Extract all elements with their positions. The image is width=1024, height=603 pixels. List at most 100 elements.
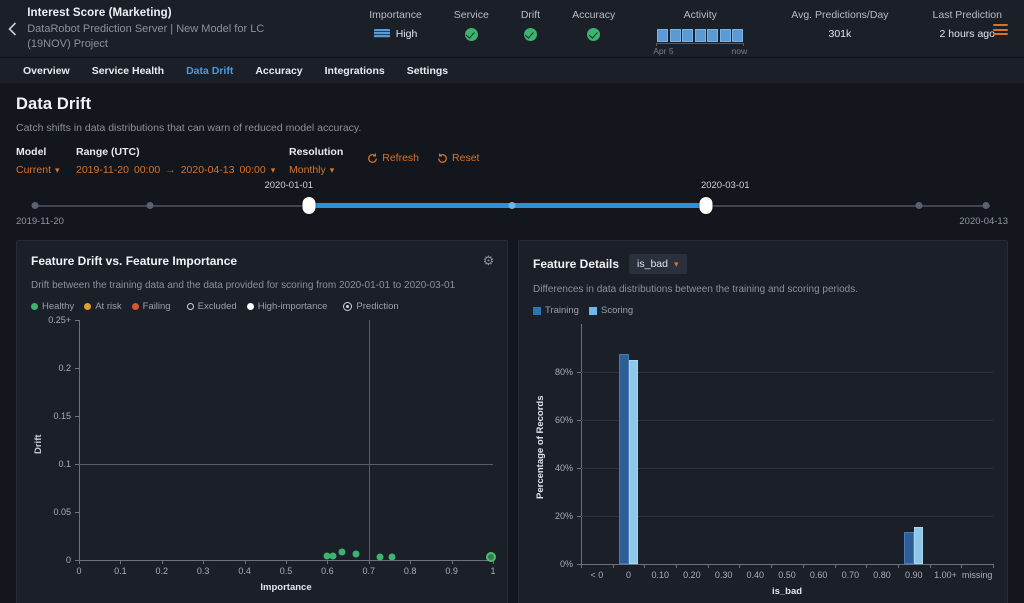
- bar-y-tick: 20%: [554, 511, 573, 521]
- scatter-point[interactable]: [352, 550, 360, 558]
- refresh-button[interactable]: Refresh: [367, 152, 419, 164]
- scatter-x-tick: 0: [76, 566, 82, 576]
- slider-tick-1: [146, 202, 154, 209]
- bar-x-tick: 1.00+: [934, 570, 957, 580]
- last-prediction-value: 2 hours ago: [939, 27, 995, 40]
- chevron-down-icon: ▾: [674, 258, 679, 269]
- metric-service-label: Service: [453, 8, 489, 21]
- scatter-y-tickmark: [75, 512, 79, 513]
- scatter-y-tick: 0: [65, 555, 71, 565]
- metric-accuracy[interactable]: Accuracy: [556, 9, 631, 41]
- tab-accuracy[interactable]: Accuracy: [244, 58, 313, 83]
- panels-row: Feature Drift vs. Feature Importance ⚙ D…: [16, 240, 1008, 603]
- tab-service-health[interactable]: Service Health: [81, 58, 175, 83]
- bar-gridline: [581, 468, 993, 469]
- slider-handle-right[interactable]: [699, 197, 713, 214]
- bar-x-tick: missing: [961, 570, 993, 580]
- bar-x-tick: 0.50: [778, 570, 796, 580]
- bar-y-axis: [581, 324, 582, 564]
- page-title-main: Interest Score (Marketing): [27, 6, 172, 19]
- scatter-y-tickmark: [75, 416, 79, 417]
- legend-failing[interactable]: Failing: [131, 301, 171, 312]
- resolution-select[interactable]: Monthly ▾: [289, 164, 343, 176]
- tab-integrations[interactable]: Integrations: [314, 58, 396, 83]
- tab-overview[interactable]: Overview: [12, 58, 81, 83]
- activity-range-labels: Apr 5 now: [653, 46, 747, 56]
- legend-healthy-swatch: [31, 303, 38, 310]
- last-prediction-label: Last Prediction: [932, 8, 1002, 21]
- legend-at-risk-label: At risk: [95, 301, 122, 312]
- legend-training[interactable]: Training: [533, 305, 579, 316]
- model-select[interactable]: Current ▾: [16, 164, 76, 176]
- reset-button[interactable]: Reset: [437, 152, 479, 164]
- legend-high-importance[interactable]: High-importance: [246, 301, 327, 312]
- avg-predictions-value: 301k: [828, 27, 852, 40]
- feature-details-header: Feature Details is_bad ▾ Differences in …: [519, 241, 1007, 316]
- scatter-x-tick: 0.2: [155, 566, 169, 576]
- bar-segment[interactable]: [628, 360, 639, 564]
- metric-activity: Activity Apr 5 now: [631, 9, 769, 56]
- slider-tick-2: [915, 202, 923, 209]
- time-range-slider[interactable]: 2020-01-01 2020-03-01 2019-11-20 2020-04…: [16, 180, 1008, 234]
- metric-importance[interactable]: Importance High: [353, 9, 438, 40]
- slider-range-end-label: 2020-04-13: [959, 216, 1008, 227]
- legend-prediction[interactable]: Prediction: [343, 301, 399, 312]
- scatter-x-axis-label: Importance: [260, 582, 312, 593]
- refresh-icon: [368, 153, 378, 163]
- legend-at-risk-swatch: [84, 303, 92, 310]
- scatter-point[interactable]: [329, 552, 337, 560]
- feature-details-panel: Feature Details is_bad ▾ Differences in …: [518, 240, 1008, 603]
- scatter-x-tickmark: [203, 560, 205, 564]
- scatter-point[interactable]: [376, 553, 384, 561]
- app-root: Interest Score (Marketing) DataRobot Pre…: [0, 0, 1024, 603]
- filter-controls: Model Current ▾ Range (UTC) 2019-11-20 0…: [16, 134, 1008, 176]
- feature-drift-scatter-chart[interactable]: 0 0.05 0.1 0.15 0.2 0.25+ 0 0.1 0.2 0.3 0.4 0.5 0.6 0…: [17, 312, 507, 602]
- feature-drift-description: Drift between the training data and the …: [31, 280, 456, 291]
- importance-bars-icon: [373, 29, 390, 38]
- bar-segment[interactable]: [913, 526, 924, 564]
- bar-segment[interactable]: [904, 531, 914, 564]
- scatter-x-tick: 1: [490, 566, 496, 576]
- legend-scoring[interactable]: Scoring: [588, 305, 633, 316]
- feature-select[interactable]: is_bad ▾: [629, 254, 687, 274]
- scatter-point[interactable]: [485, 552, 496, 563]
- bar-x-tick: 0.90: [905, 570, 923, 580]
- tab-data-drift[interactable]: Data Drift: [175, 58, 244, 83]
- bar-x-tickmark: [929, 564, 931, 568]
- range-select[interactable]: 2019-11-20 00:00 → 2020-04-13 00:00 ▾: [76, 164, 289, 176]
- legend-excluded[interactable]: Excluded: [186, 301, 237, 312]
- header-metrics: Importance High Service Drift Accuracy A…: [353, 0, 1024, 58]
- model-filter: Model Current ▾: [16, 146, 76, 176]
- scatter-x-tickmark: [286, 560, 287, 564]
- green-check-icon: [523, 27, 537, 41]
- bar-x-tick: 0.20: [683, 570, 701, 580]
- gear-icon[interactable]: ⚙: [482, 254, 495, 267]
- scatter-point[interactable]: [388, 553, 396, 561]
- hamburger-menu-icon[interactable]: [993, 24, 1008, 35]
- scatter-x-tick: 0.1: [114, 566, 127, 576]
- metric-service[interactable]: Service: [438, 9, 505, 41]
- legend-healthy-label: Healthy: [42, 301, 75, 312]
- slider-handle-left[interactable]: [302, 197, 316, 214]
- slider-handle-right-label: 2020-03-01: [700, 180, 750, 191]
- back-button[interactable]: [0, 0, 25, 58]
- feature-drift-title: Feature Drift vs. Feature Importance: [31, 254, 238, 268]
- bar-x-axis: [581, 564, 993, 565]
- scatter-x-tickmark: [410, 560, 412, 564]
- slider-tick-end: [982, 202, 990, 209]
- tab-settings[interactable]: Settings: [396, 58, 459, 83]
- bar-segment[interactable]: [619, 354, 629, 564]
- feature-details-bar-chart[interactable]: 0% 20% 40% 60% 80% < 0 0 0.10 0.20 0.30 0.40 0.50 0.…: [519, 316, 1007, 603]
- legend-failing-label: Failing: [142, 301, 171, 312]
- slider-handle-left-label: 2020-01-01: [264, 180, 314, 191]
- legend-at-risk[interactable]: At risk: [84, 301, 122, 312]
- green-check-icon: [587, 27, 601, 41]
- activity-end-label: now: [731, 45, 748, 56]
- slider-range-start-label: 2019-11-20: [16, 216, 64, 227]
- metric-drift[interactable]: Drift: [505, 9, 556, 41]
- scatter-x-tick: 0.3: [196, 566, 210, 576]
- legend-healthy[interactable]: Healthy: [31, 301, 74, 312]
- metric-importance-label: Importance: [369, 8, 422, 21]
- bar-x-tickmark: [581, 564, 582, 568]
- scatter-point[interactable]: [338, 548, 346, 556]
